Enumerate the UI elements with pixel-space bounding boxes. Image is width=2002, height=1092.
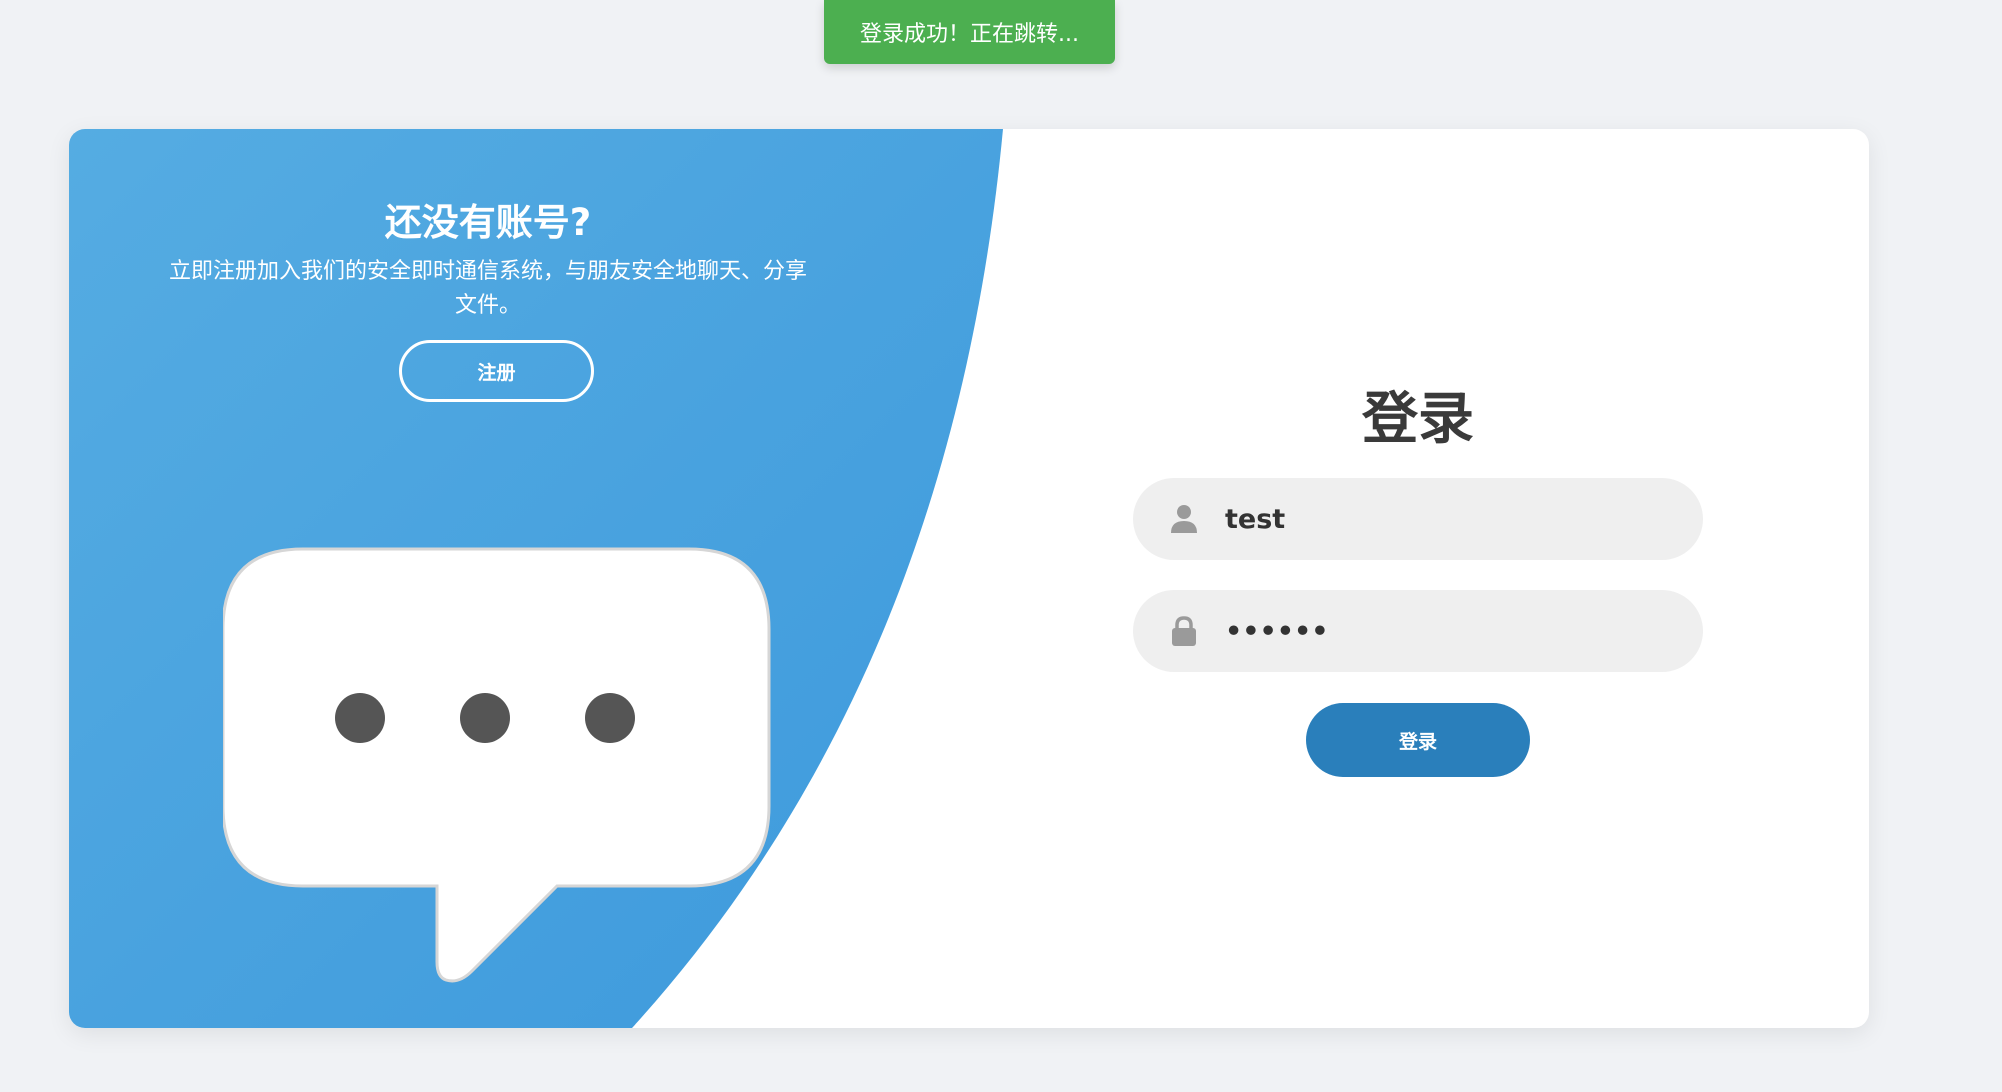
auth-card: 还没有账号? 立即注册加入我们的安全即时通信系统，与朋友安全地聊天、分享文件。 … xyxy=(69,129,1869,1028)
username-input[interactable] xyxy=(1225,503,1665,535)
lock-icon xyxy=(1172,616,1196,646)
login-button[interactable]: 登录 xyxy=(1306,703,1530,777)
username-field[interactable] xyxy=(1133,478,1703,560)
chat-bubble-icon xyxy=(223,547,771,983)
password-input[interactable] xyxy=(1225,615,1665,647)
register-prompt-description: 立即注册加入我们的安全即时通信系统，与朋友安全地聊天、分享文件。 xyxy=(169,259,808,318)
register-button[interactable]: 注册 xyxy=(399,340,594,402)
password-field[interactable] xyxy=(1133,590,1703,672)
success-toast: 登录成功！正在跳转... xyxy=(824,0,1115,64)
login-title: 登录 xyxy=(1362,387,1474,452)
user-icon xyxy=(1171,505,1197,533)
register-prompt-title: 还没有账号? xyxy=(384,201,592,244)
